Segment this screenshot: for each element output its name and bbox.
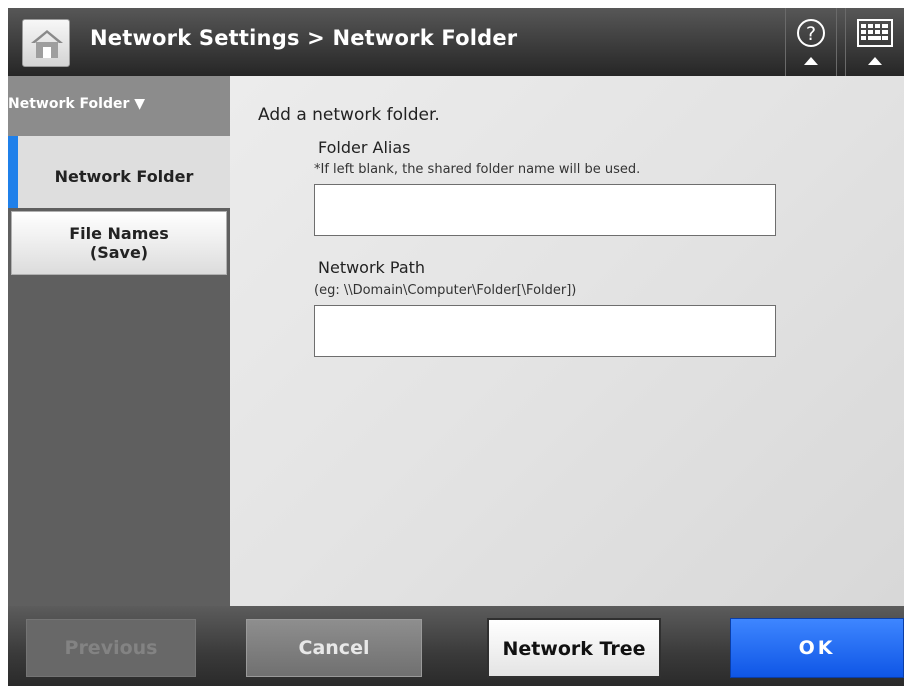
home-button[interactable] xyxy=(22,19,70,67)
network-tree-button[interactable]: Network Tree xyxy=(487,618,661,678)
main-content: Add a network folder. Folder Alias *If l… xyxy=(230,76,904,606)
keyboard-button[interactable] xyxy=(845,8,904,76)
page-title: Network Settings > Network Folder xyxy=(90,26,518,50)
home-icon xyxy=(31,30,63,58)
sidebar-item-label: File Names (Save) xyxy=(69,224,169,262)
ok-button[interactable]: OK xyxy=(730,618,904,678)
footer-bar: Previous Cancel Network Tree OK xyxy=(8,606,904,686)
svg-text:?: ? xyxy=(806,23,816,45)
sidebar-header[interactable]: Network Folder ▼ xyxy=(8,76,230,136)
network-path-label: Network Path xyxy=(318,258,426,277)
cancel-button[interactable]: Cancel xyxy=(246,619,422,677)
folder-alias-input[interactable] xyxy=(314,184,776,236)
instruction-text: Add a network folder. xyxy=(258,105,440,125)
sidebar: Network Folder ▼ Network Folder File Nam… xyxy=(8,76,230,606)
folder-alias-label: Folder Alias xyxy=(318,138,411,157)
network-path-input[interactable] xyxy=(314,305,776,357)
sidebar-header-label: Network Folder ▼ xyxy=(8,96,146,112)
header-bar: Network Settings > Network Folder ? xyxy=(8,8,904,76)
selected-indicator xyxy=(8,136,18,208)
keyboard-icon xyxy=(857,19,893,65)
help-button[interactable]: ? xyxy=(785,8,837,76)
sidebar-item-network-folder[interactable]: Network Folder xyxy=(8,136,230,208)
folder-alias-hint: *If left blank, the shared folder name w… xyxy=(314,162,641,177)
sidebar-item-label: Network Folder xyxy=(54,167,194,186)
sidebar-item-file-names-save[interactable]: File Names (Save) xyxy=(11,211,227,275)
network-path-hint: (eg: \\Domain\Computer\Folder[\Folder]) xyxy=(314,283,577,298)
help-icon: ? xyxy=(797,19,825,65)
screen: Network Settings > Network Folder ? Netw… xyxy=(8,8,904,686)
previous-button[interactable]: Previous xyxy=(26,619,196,677)
